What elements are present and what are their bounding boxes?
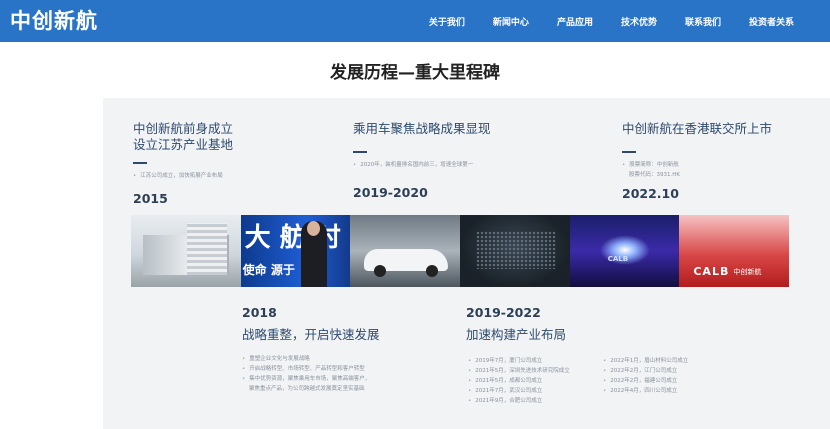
list-item: 开启战略转型、市场转型、产品转型和客户转型 <box>242 364 380 374</box>
milestone-title: 战略重整，开启快速发展 <box>242 327 380 342</box>
list-item: 股票简称：中创新航 <box>622 160 772 170</box>
ceremony-logo-subtext: 中创新航 <box>733 268 762 276</box>
nav-products[interactable]: 产品应用 <box>557 15 593 28</box>
top-navigation-bar: 中创新航 关于我们 新闻中心 产品应用 技术优势 联系我们 投资者关系 <box>0 0 830 42</box>
milestone-2015: 中创新航前身成立 设立江苏产业基地 江苏公司成立，加快拓展产业布局 2015 <box>133 121 233 206</box>
list-item: 2021年7月，武汉公司成立 <box>468 386 570 396</box>
milestone-list: 江苏公司成立，加快拓展产业布局 <box>133 171 233 181</box>
milestone-year: 2018 <box>242 305 277 320</box>
list-item: 江苏公司成立，加快拓展产业布局 <box>133 171 233 181</box>
milestone-year: 2015 <box>133 191 168 206</box>
list-item: 2020年，装机量排名国内前三，增速全球第一 <box>353 160 491 170</box>
factory-building-photo <box>131 215 241 287</box>
list-item: 2021年9月，合肥公司成立 <box>468 396 570 406</box>
milestone-2018: 2018 战略重整，开启快速发展 重塑企业文化与发展战略 开启战略转型、市场转型… <box>242 305 380 394</box>
nav-contact[interactable]: 联系我们 <box>685 15 721 28</box>
milestone-title: 设立江苏产业基地 <box>133 137 234 152</box>
milestone-title: 乘用车聚焦战略成果显现 <box>353 121 491 136</box>
list-item: 2022年1月，眉山材料公司成立 <box>603 356 688 366</box>
world-map-screen-photo <box>460 215 570 287</box>
milestone-list-left: 2019年7月，厦门公司成立 2021年5月，深圳先进技术研究院成立 2021年… <box>468 356 570 406</box>
milestone-list: 2020年，装机量排名国内前三，增速全球第一 <box>353 160 491 170</box>
milestone-2022-10: 中创新航在香港联交所上市 股票简称：中创新航 股票代码：3931.HK 2022… <box>622 121 772 201</box>
milestone-divider <box>622 151 636 153</box>
electric-car-photo <box>350 215 461 287</box>
list-item: 集中优势资源，聚焦乘用车市场，聚焦高端客户， <box>242 374 380 384</box>
milestone-list: 重塑企业文化与发展战略 开启战略转型、市场转型、产品转型和客户转型 集中优势资源… <box>242 354 380 394</box>
list-item: 2019年7月，厦门公司成立 <box>468 356 570 366</box>
launch-event-photo: CALB <box>569 215 680 287</box>
car-wheel-shape <box>374 265 387 277</box>
speaker-face <box>306 221 320 236</box>
dotted-world-map <box>476 231 557 269</box>
ceremony-logo-text: CALB <box>693 265 730 278</box>
listing-ceremony-photo: CALB 中创新航 <box>679 215 790 287</box>
building-tower-shape <box>187 223 227 275</box>
milestone-list-right: 2022年1月，眉山材料公司成立 2022年2月，江门公司成立 2022年2月，… <box>603 356 688 396</box>
milestone-2019-2020: 乘用车聚焦战略成果显现 2020年，装机量排名国内前三，增速全球第一 2019-… <box>353 121 491 200</box>
list-item: 2021年5月，深圳先进技术研究院成立 <box>468 366 570 376</box>
milestone-title: 中创新航前身成立 <box>133 121 234 136</box>
list-item: 2021年5月，成都公司成立 <box>468 376 570 386</box>
milestone-divider <box>133 162 147 164</box>
milestone-year: 2022.10 <box>622 186 679 201</box>
list-item: 聚焦重点产品，为公司跨越式发展奠定坚实基础 <box>249 386 365 392</box>
nav-about[interactable]: 关于我们 <box>429 15 465 28</box>
nav-investor-relations[interactable]: 投资者关系 <box>749 15 794 28</box>
milestone-year: 2019-2022 <box>466 305 541 320</box>
list-item: 重塑企业文化与发展战略 <box>242 354 380 364</box>
main-nav: 关于我们 新闻中心 产品应用 技术优势 联系我们 投资者关系 <box>429 0 794 42</box>
milestone-2019-2022: 2019-2022 加速构建产业布局 <box>466 305 566 343</box>
stage-banner-subtext: 使命 源于 <box>242 263 295 277</box>
list-item: 2022年2月，福建公司成立 <box>603 376 688 386</box>
section-title: 发展历程—重大里程碑 <box>330 63 500 83</box>
nav-news[interactable]: 新闻中心 <box>493 15 529 28</box>
milestone-divider <box>353 151 367 153</box>
speaker-stage-photo: 大 舫 时 使命 源于 <box>240 215 351 287</box>
event-logo-text: CALB <box>607 255 629 263</box>
list-item: 2022年2月，江门公司成立 <box>603 366 688 376</box>
milestone-year: 2019-2020 <box>353 185 428 200</box>
milestone-title: 加速构建产业布局 <box>466 327 567 342</box>
milestone-list: 股票简称：中创新航 股票代码：3931.HK <box>622 160 772 180</box>
nav-technology[interactable]: 技术优势 <box>621 15 657 28</box>
car-wheel-shape <box>426 265 439 277</box>
milestone-title: 中创新航在香港联交所上市 <box>622 121 773 136</box>
list-item: 股票代码：3931.HK <box>629 172 680 178</box>
milestone-photo-strip: 大 舫 时 使命 源于 CALB CALB 中创新航 <box>131 215 790 287</box>
site-logo[interactable]: 中创新航 <box>10 5 98 35</box>
list-item: 2022年4月，四川公司成立 <box>603 386 688 396</box>
